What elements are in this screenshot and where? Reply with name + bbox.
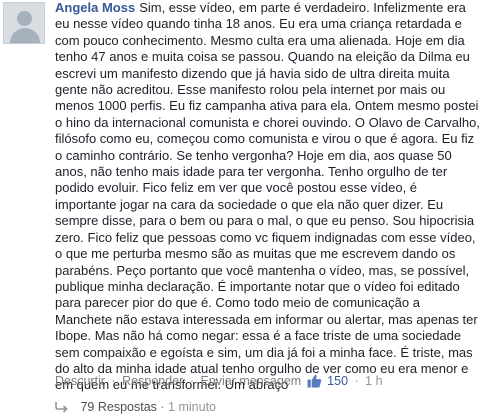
replies-time: 1 minuto <box>168 400 217 414</box>
author-name[interactable]: Angela Moss <box>55 0 135 15</box>
separator: · <box>160 400 165 414</box>
reply-link[interactable]: Responder <box>122 374 183 388</box>
avatar-head <box>17 11 32 26</box>
separator: · <box>111 374 116 388</box>
thumb-up-icon[interactable] <box>307 374 322 393</box>
replies-row[interactable]: 79 Respostas · 1 minuto <box>55 398 216 416</box>
replies-count[interactable]: 79 Respostas <box>80 400 156 414</box>
avatar[interactable] <box>3 2 45 44</box>
dislike-link[interactable]: Descurtir <box>55 374 105 388</box>
separator: · <box>354 374 359 388</box>
avatar-shoulders <box>10 28 40 43</box>
like-count[interactable]: 150 <box>327 374 348 388</box>
send-message-link[interactable]: Enviar mensagem <box>200 374 301 388</box>
separator: · <box>189 374 194 388</box>
comment: Angela Moss Sim, esse vídeo, em parte é v… <box>0 0 485 420</box>
reply-arrow-icon <box>55 400 69 418</box>
comment-text: Sim, esse vídeo, em parte é verdadeiro. … <box>55 0 480 393</box>
comment-body: Angela Moss Sim, esse vídeo, em parte é v… <box>55 0 480 394</box>
comment-actions: Descurtir · Responder · Enviar mensagem … <box>55 372 485 390</box>
comment-time[interactable]: 1 h <box>365 374 382 388</box>
